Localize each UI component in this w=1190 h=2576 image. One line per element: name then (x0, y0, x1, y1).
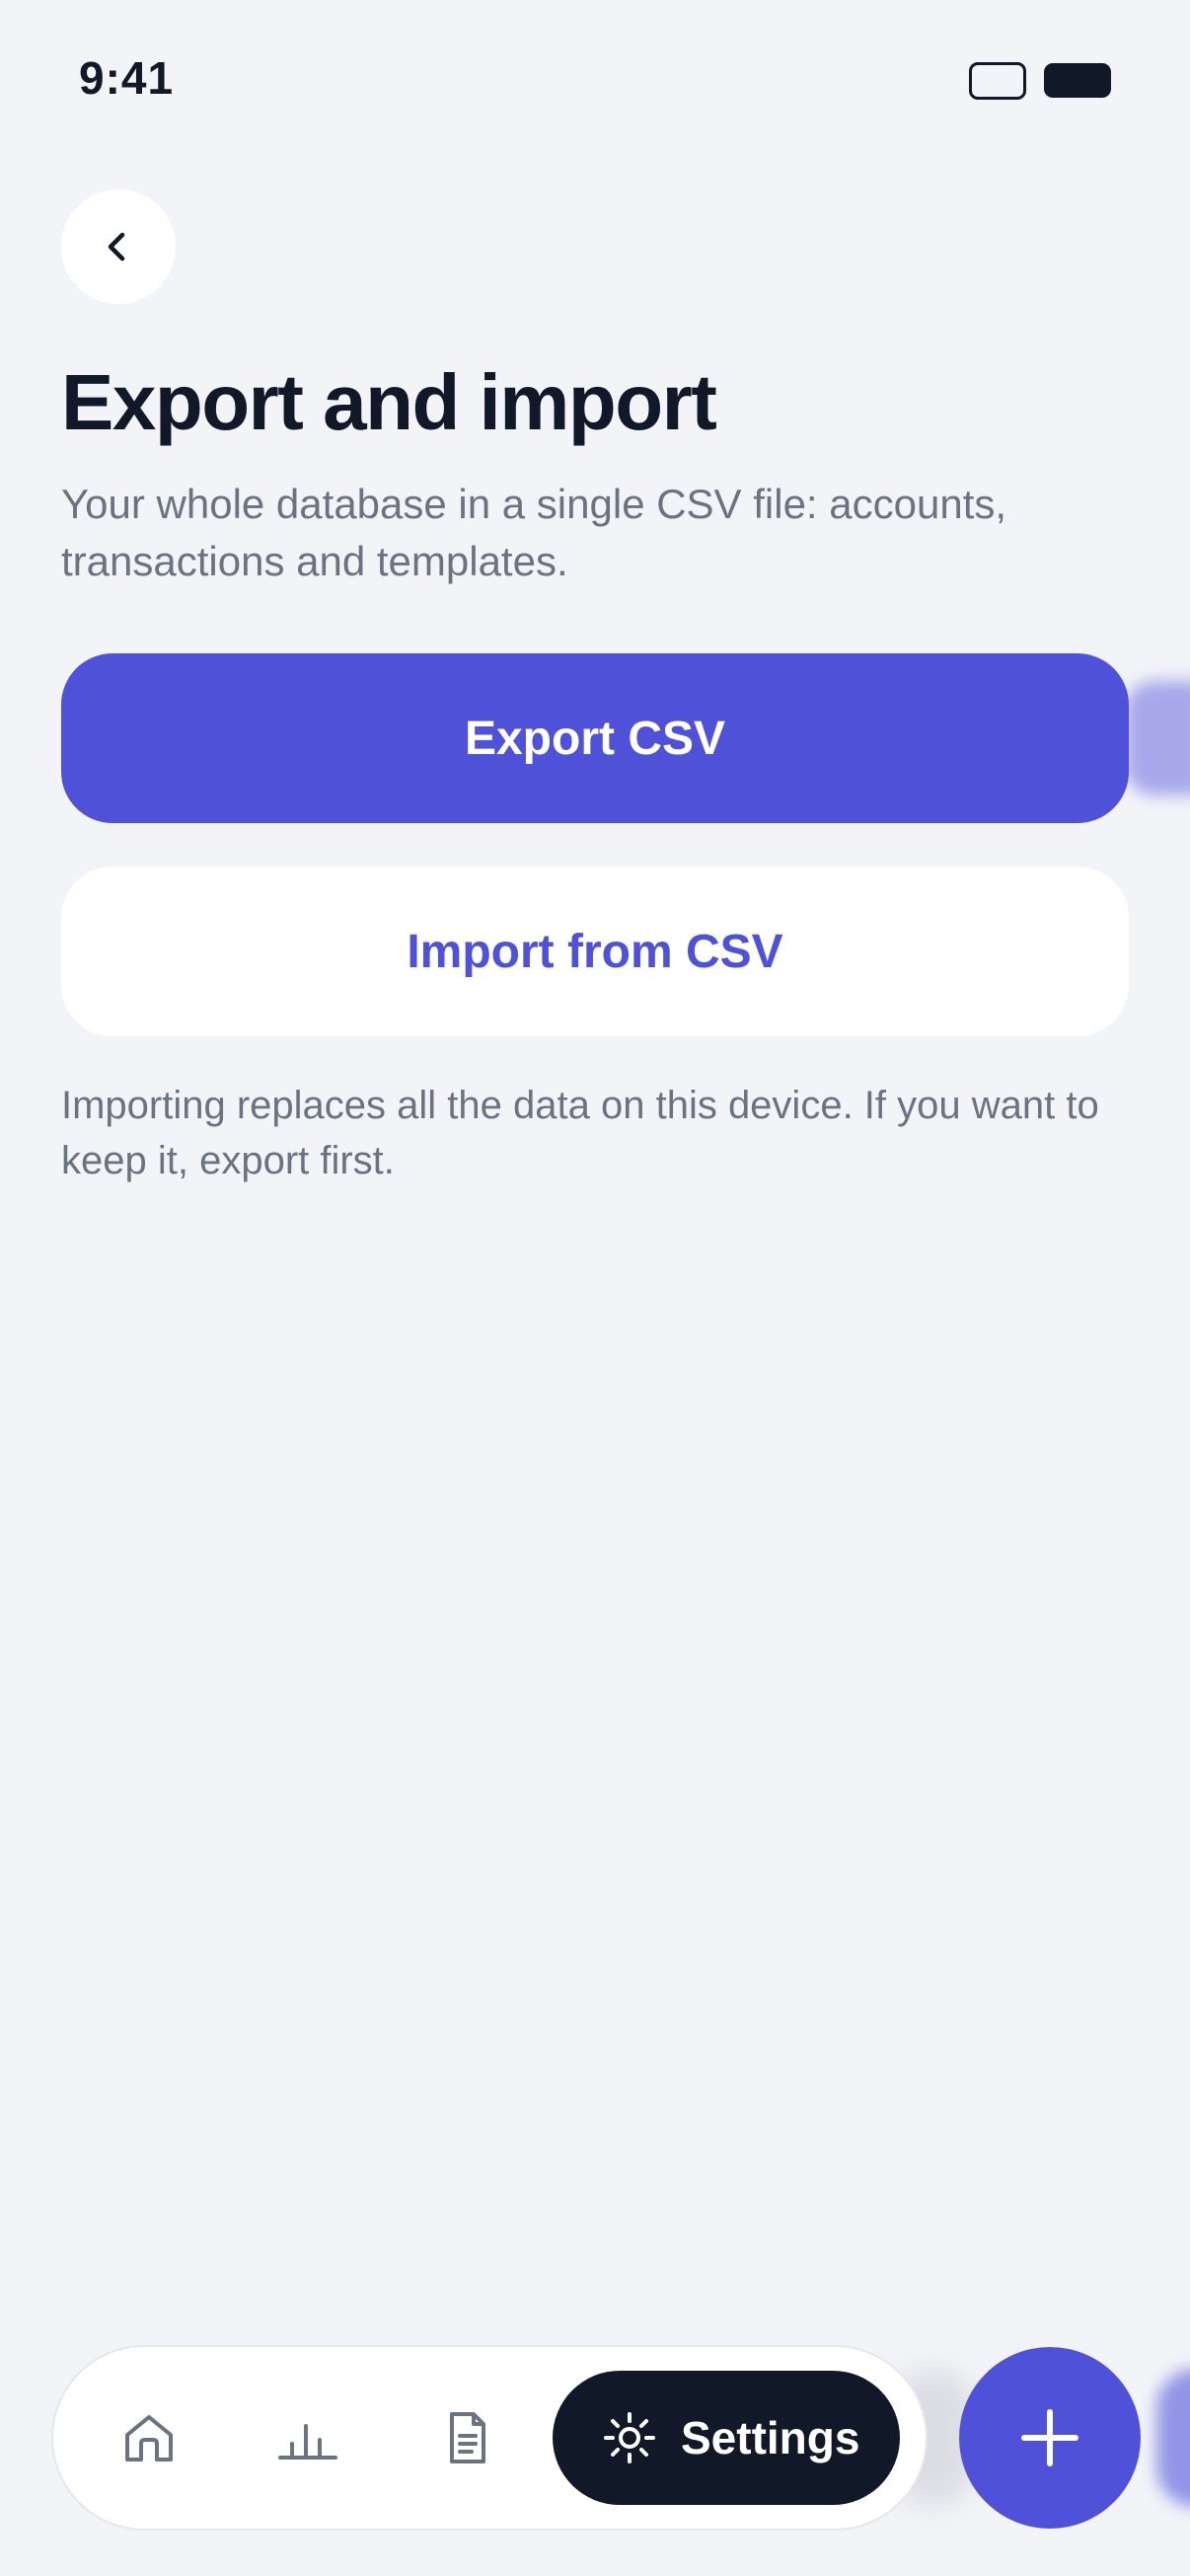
gear-icon (604, 2412, 655, 2463)
status-indicator-outline-icon (969, 62, 1026, 100)
add-button[interactable] (959, 2347, 1141, 2529)
bar-chart-icon (278, 2424, 337, 2460)
export-button-glow (1125, 681, 1190, 796)
chevron-left-icon (108, 232, 125, 262)
plus-icon (1021, 2409, 1078, 2466)
status-time: 9:41 (79, 52, 175, 104)
document-icon (450, 2412, 485, 2463)
battery-icon (1044, 63, 1111, 98)
export-csv-label: Export CSV (464, 712, 726, 765)
fab-glow (1156, 2369, 1190, 2507)
export-csv-button[interactable]: Export CSV (61, 653, 1129, 823)
import-csv-label: Import from CSV (407, 925, 783, 978)
import-csv-button[interactable]: Import from CSV (61, 867, 1129, 1036)
back-button[interactable] (61, 189, 176, 304)
home-icon (125, 2415, 173, 2462)
nav-item-documents[interactable] (434, 2404, 501, 2471)
screen: 9:41 Export and import Your whole databa… (0, 0, 1190, 2576)
nav-item-stats[interactable] (274, 2404, 341, 2471)
page-subtitle: Your whole database in a single CSV file… (61, 481, 1007, 584)
nav-item-home[interactable] (115, 2404, 183, 2471)
import-warning-note: Importing replaces all the data on this … (61, 1084, 1099, 1182)
nav-item-settings[interactable]: Settings (553, 2371, 900, 2505)
nav-settings-label: Settings (681, 2412, 860, 2463)
page-title: Export and import (61, 358, 717, 446)
